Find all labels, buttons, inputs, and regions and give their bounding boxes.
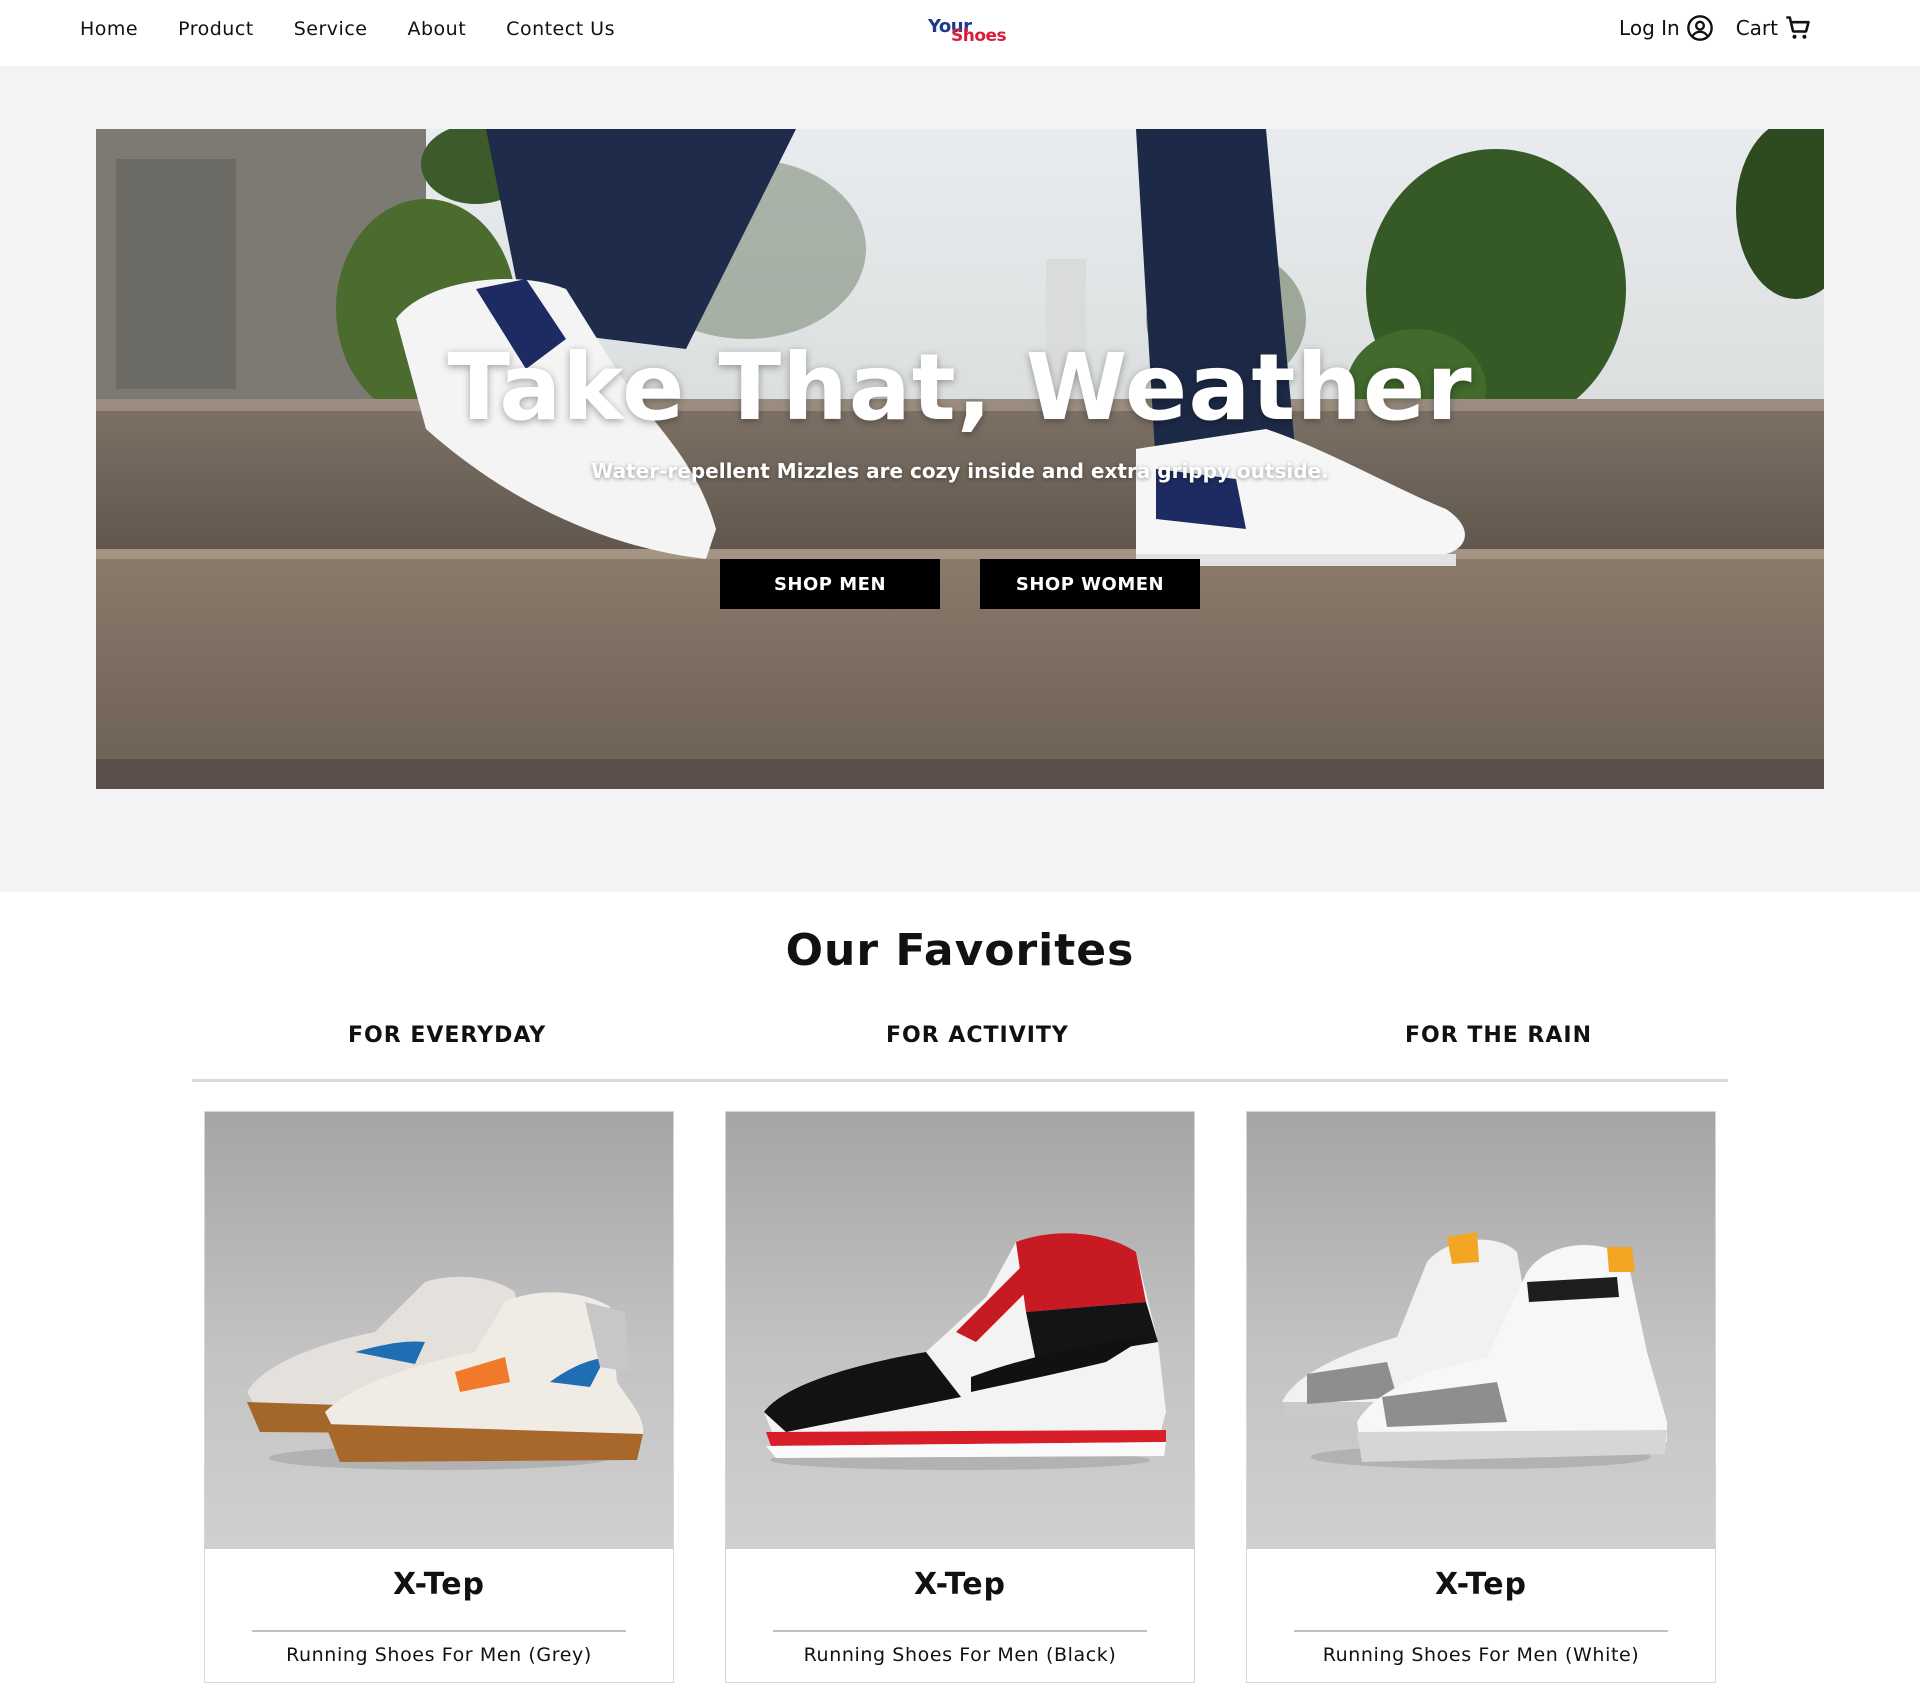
login-label: Log In (1619, 16, 1680, 40)
product-card[interactable]: X-Tep Running Shoes For Men (White) (1246, 1111, 1716, 1683)
product-card[interactable]: X-Tep Running Shoes For Men (Black) (725, 1111, 1195, 1683)
shop-women-button[interactable]: SHOP WOMEN (980, 559, 1200, 609)
tab-for-activity[interactable]: FOR ACTIVITY (886, 1023, 1069, 1048)
login-button[interactable]: Log In (1619, 14, 1714, 42)
favorites-title: Our Favorites (785, 925, 1135, 976)
shop-men-button[interactable]: SHOP MEN (720, 559, 940, 609)
product-cards: X-Tep Running Shoes For Men (Grey) X-Tep… (204, 1111, 1716, 1683)
nav-about-link[interactable]: About (407, 18, 466, 40)
nav-links: Home Product Service About Contect Us (80, 18, 615, 40)
card-divider (252, 1630, 626, 1632)
product-image[interactable] (205, 1112, 673, 1549)
product-name: X-Tep (392, 1567, 486, 1602)
card-divider (1294, 1630, 1668, 1632)
cart-label: Cart (1735, 16, 1778, 40)
product-name: X-Tep (1434, 1567, 1528, 1602)
hero-banner: Take That, Weather Water-repellent Mizzl… (96, 129, 1824, 789)
grey-sneakers-image (247, 1276, 644, 1470)
favorites-tabs: FOR EVERYDAY FOR ACTIVITY FOR THE RAIN (192, 1020, 1728, 1082)
product-image[interactable] (726, 1112, 1194, 1549)
hero-subtitle: Water-repellent Mizzles are cozy inside … (591, 459, 1329, 483)
nav-home-link[interactable]: Home (80, 18, 138, 40)
cart-icon (1786, 16, 1810, 39)
product-description: Running Shoes For Men (White) (1322, 1644, 1640, 1666)
product-card[interactable]: X-Tep Running Shoes For Men (Grey) (204, 1111, 674, 1683)
nav-product-link[interactable]: Product (178, 18, 254, 40)
tab-for-everyday[interactable]: FOR EVERYDAY (348, 1023, 546, 1048)
logo-line2: Shoes (951, 26, 1007, 46)
site-logo[interactable]: Your Shoes (928, 16, 1008, 50)
product-description: Running Shoes For Men (Black) (803, 1644, 1117, 1666)
tab-for-the-rain[interactable]: FOR THE RAIN (1405, 1023, 1592, 1048)
cart-button[interactable]: Cart (1736, 14, 1812, 42)
user-circle-icon (1686, 15, 1713, 41)
product-description: Running Shoes For Men (Grey) (286, 1644, 592, 1666)
hero-buttons: SHOP MEN SHOP WOMEN (720, 559, 1200, 609)
card-divider (773, 1630, 1147, 1632)
product-image[interactable] (1247, 1112, 1715, 1549)
white-sneakers-image (1282, 1232, 1667, 1469)
top-nav: Home Product Service About Contect Us Yo… (0, 0, 1920, 66)
nav-service-link[interactable]: Service (294, 18, 368, 40)
black-red-sneaker-image (764, 1233, 1166, 1470)
nav-actions: Log In Cart (1619, 14, 1812, 42)
hero-title: Take That, Weather (447, 334, 1473, 441)
nav-contact-link[interactable]: Contect Us (506, 18, 615, 40)
product-name: X-Tep (913, 1567, 1007, 1602)
